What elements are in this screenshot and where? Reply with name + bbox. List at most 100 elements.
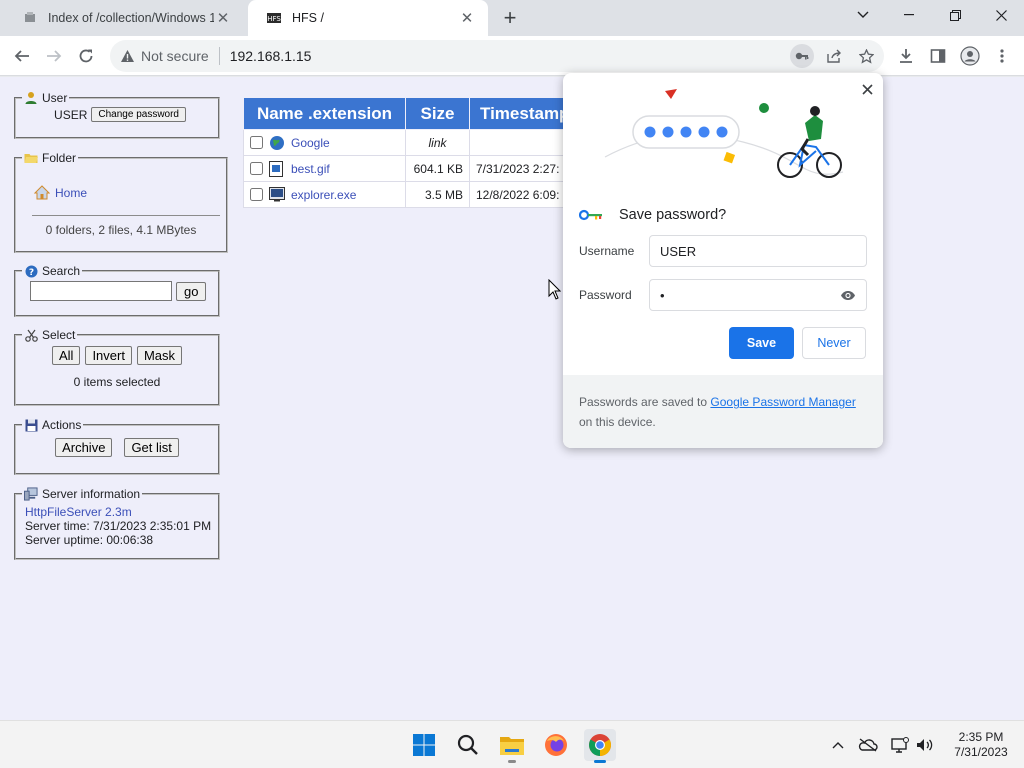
file-size: link — [405, 129, 470, 156]
server-legend-text: Server information — [42, 487, 141, 501]
password-field[interactable]: • — [649, 279, 867, 311]
tab-strip: Index of /collection/Windows 10 ✕ HFS HF… — [0, 0, 1024, 36]
mouse-cursor-icon — [548, 278, 562, 301]
get-list-button[interactable]: Get list — [124, 438, 179, 457]
volume-speaker-icon[interactable] — [915, 735, 935, 755]
warning-triangle-icon[interactable] — [119, 48, 135, 64]
chrome-icon[interactable] — [584, 729, 616, 763]
omnibox-divider — [218, 47, 220, 65]
column-header-size[interactable]: Size — [405, 97, 470, 130]
floppy-disk-icon — [24, 418, 38, 432]
row-checkbox[interactable] — [250, 188, 263, 201]
user-panel: User USER Change password — [14, 91, 220, 139]
taskbar-search-icon[interactable] — [452, 729, 484, 761]
executable-file-icon — [269, 186, 285, 203]
column-header-name[interactable]: Name .extension — [243, 97, 406, 130]
dialog-footer: Passwords are saved to Google Password M… — [563, 375, 883, 448]
folder-legend: Folder — [22, 151, 78, 165]
windows-start-icon[interactable] — [408, 729, 440, 761]
url-text[interactable]: 192.168.1.15 — [230, 48, 312, 64]
profile-avatar-icon[interactable] — [955, 41, 985, 71]
tab-search-chevron-icon[interactable] — [840, 0, 886, 30]
password-manager-link[interactable]: Google Password Manager — [710, 395, 855, 409]
tab-close-icon[interactable]: ✕ — [458, 9, 476, 27]
bookmark-star-icon[interactable] — [854, 44, 878, 68]
forward-arrow-icon[interactable] — [39, 41, 69, 71]
row-checkbox[interactable] — [250, 162, 263, 175]
side-panel-icon[interactable] — [923, 41, 953, 71]
restore-button[interactable] — [932, 0, 978, 30]
username-field[interactable]: USER — [649, 235, 867, 267]
back-arrow-icon[interactable] — [7, 41, 37, 71]
download-icon[interactable] — [891, 41, 921, 71]
hfs-favicon-icon: HFS — [266, 10, 282, 26]
folder-open-icon — [24, 151, 38, 165]
select-legend: Select — [22, 328, 77, 342]
reload-icon[interactable] — [71, 41, 101, 71]
share-icon[interactable] — [822, 44, 846, 68]
tab-title: HFS / — [292, 11, 324, 25]
clock-time: 2:35 PM — [958, 730, 1004, 744]
security-status-text[interactable]: Not secure — [141, 48, 209, 64]
server-uptime: Server uptime: 00:06:38 — [25, 533, 154, 547]
network-monitor-icon[interactable] — [890, 735, 910, 755]
server-computer-icon — [24, 487, 38, 501]
never-button[interactable]: Never — [802, 327, 866, 359]
row-checkbox[interactable] — [250, 136, 263, 149]
password-illustration — [603, 87, 853, 187]
username-field-value: USER — [660, 243, 697, 259]
onedrive-offline-icon[interactable] — [858, 735, 878, 755]
search-panel: ? Search go — [14, 264, 220, 317]
close-window-button[interactable] — [978, 0, 1024, 30]
select-invert-button[interactable]: Invert — [85, 346, 132, 365]
actions-panel: Actions Archive Get list — [14, 418, 220, 475]
home-link[interactable]: Home — [55, 186, 87, 200]
change-password-button[interactable]: Change password — [91, 107, 186, 122]
tab-title: Index of /collection/Windows 10 — [48, 11, 214, 25]
firefox-icon[interactable] — [540, 729, 572, 761]
server-legend: Server information — [22, 487, 142, 501]
minimize-button[interactable] — [886, 0, 932, 30]
server-info-panel: Server information HttpFileServer 2.3m S… — [14, 487, 220, 560]
select-all-button[interactable]: All — [51, 346, 81, 365]
select-mask-button[interactable]: Mask — [136, 346, 183, 365]
new-tab-button[interactable]: + — [498, 5, 522, 30]
dialog-title: Save password? — [619, 207, 727, 223]
tab-favicon-icon — [22, 10, 38, 26]
archive-button[interactable]: Archive — [55, 438, 113, 457]
select-legend-text: Select — [42, 328, 76, 342]
eye-visibility-icon[interactable] — [840, 289, 856, 301]
menu-kebab-icon[interactable] — [987, 41, 1017, 71]
taskbar-clock[interactable]: 2:35 PM 7/31/2023 — [946, 730, 1016, 760]
server-time: Server time: 7/31/2023 2:35:01 PM — [25, 519, 212, 533]
search-input[interactable] — [30, 281, 172, 301]
select-panel: Select All Invert Mask 0 items selected — [14, 328, 220, 406]
search-legend: ? Search — [22, 264, 82, 278]
username-text: USER — [54, 107, 88, 122]
file-size: 604.1 KB — [405, 155, 470, 182]
hfs-version-link[interactable]: HttpFileServer 2.3m — [25, 505, 212, 519]
file-explorer-icon[interactable] — [496, 729, 528, 763]
file-name-link[interactable]: explorer.exe — [291, 188, 356, 202]
tab-close-icon[interactable]: ✕ — [214, 9, 232, 27]
folder-panel: Folder Home 0 folders, 2 files, 4.1 MByt… — [14, 151, 228, 253]
search-go-button[interactable]: go — [176, 281, 207, 301]
save-button[interactable]: Save — [729, 327, 794, 359]
tray-chevron-up-icon[interactable] — [828, 735, 848, 755]
file-name-link[interactable]: best.gif — [291, 162, 330, 176]
folder-summary: 0 folders, 2 files, 4.1 MBytes — [45, 223, 197, 237]
folder-divider — [32, 215, 220, 216]
tab-hfs[interactable]: HFS HFS / ✕ — [248, 0, 488, 36]
user-icon — [24, 91, 38, 105]
dialog-close-icon[interactable] — [857, 79, 877, 99]
file-name-link[interactable]: Google — [291, 136, 330, 150]
address-bar[interactable]: Not secure 192.168.1.15 — [110, 40, 884, 72]
key-icon[interactable] — [790, 44, 814, 68]
user-legend-text: User — [42, 91, 68, 105]
password-label: Password — [579, 288, 632, 302]
windows-taskbar: 2:35 PM 7/31/2023 — [0, 720, 1024, 768]
tab-index-collection[interactable]: Index of /collection/Windows 10 ✕ — [4, 0, 244, 36]
browser-toolbar: Not secure 192.168.1.15 — [0, 36, 1024, 76]
folder-legend-text: Folder — [42, 151, 77, 165]
home-icon — [33, 185, 51, 201]
